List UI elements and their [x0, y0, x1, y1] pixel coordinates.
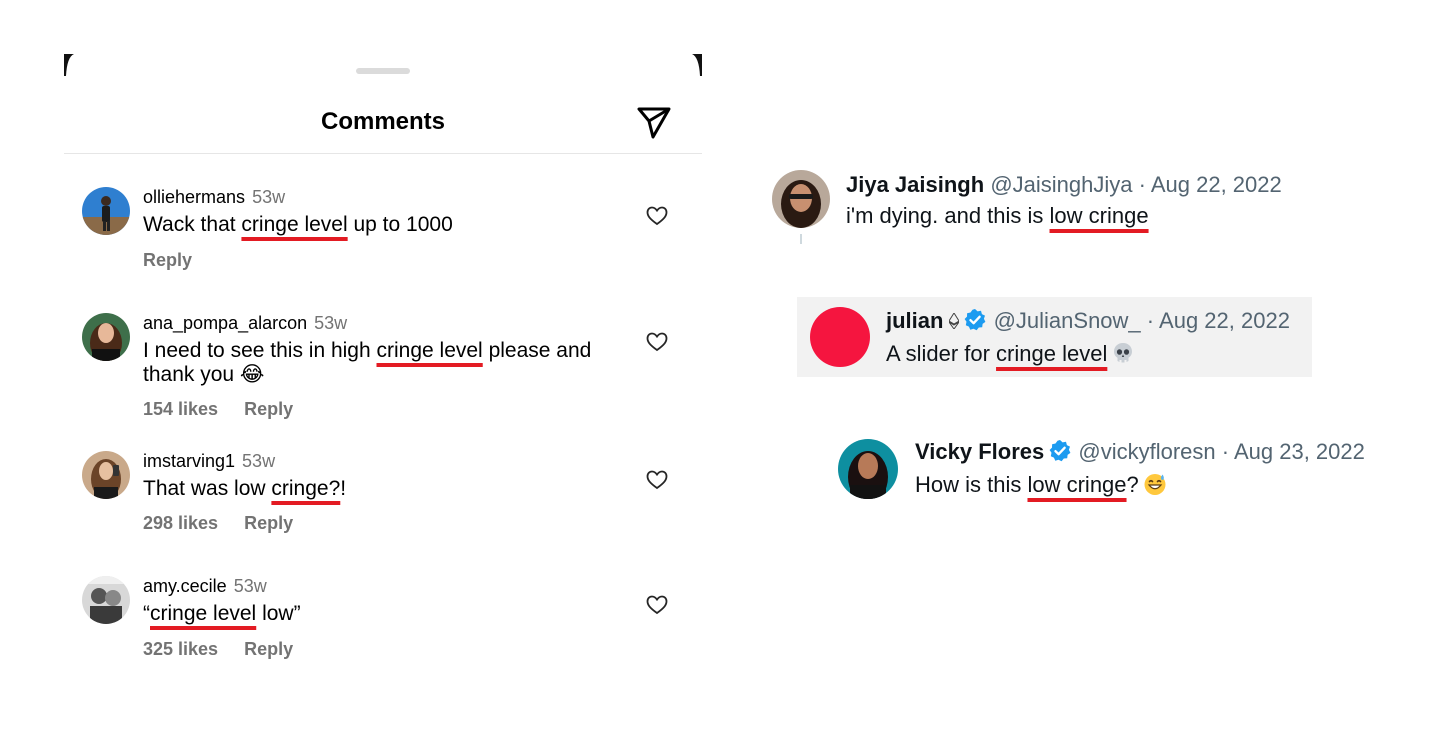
- tweet-date[interactable]: Aug 23, 2022: [1234, 439, 1365, 464]
- comments-header: Comments: [64, 84, 702, 154]
- separator: ·: [1138, 172, 1146, 197]
- heart-icon[interactable]: [646, 206, 668, 226]
- reply-button[interactable]: Reply: [244, 399, 293, 420]
- comment-time: 53w: [252, 187, 286, 207]
- avatar[interactable]: [772, 170, 830, 228]
- avatar[interactable]: [82, 576, 130, 624]
- highlighted-phrase: cringe level: [241, 213, 348, 236]
- comment-item: amy.cecile 53w “cringe level low” 325 li…: [82, 576, 692, 666]
- sheet-grab-handle[interactable]: [356, 68, 410, 74]
- comment-actions: 154 likes Reply: [143, 399, 293, 420]
- comment-text-after: up to 1000: [347, 213, 453, 236]
- skull-emoji-icon: [1114, 343, 1133, 363]
- highlighted-phrase: cringe level: [150, 602, 257, 625]
- tweet-header: Vicky Flores @vickyfloresn · Aug 23, 202…: [915, 439, 1365, 465]
- avatar[interactable]: [82, 451, 130, 499]
- tweet-date[interactable]: Aug 22, 2022: [1159, 308, 1290, 333]
- comment-item: ana_pompa_alarcon 53w I need to see this…: [82, 313, 692, 423]
- tweet-text-before: A slider for: [886, 341, 997, 366]
- comment-text-before: I need to see this in high: [143, 339, 377, 362]
- instagram-comments-panel: Comments olliehermans 53w Wack that crin…: [64, 54, 702, 694]
- tweet-text-before: i'm dying. and this is: [846, 203, 1050, 228]
- tweet-header: Jiya Jaisingh @JaisinghJiya · Aug 22, 20…: [846, 172, 1282, 198]
- comment-text: That was low cringe?!: [143, 477, 613, 501]
- page-title: Comments: [320, 108, 446, 135]
- comment-actions: 325 likes Reply: [143, 639, 293, 660]
- comment-time: 53w: [242, 451, 276, 471]
- likes-count[interactable]: 298 likes: [143, 513, 218, 534]
- comment-username[interactable]: imstarving1: [143, 451, 235, 471]
- tweet-text: i'm dying. and this is low cringe: [846, 203, 1149, 229]
- sheet-corner-left: [64, 54, 74, 76]
- comment-header: ana_pompa_alarcon 53w: [143, 313, 347, 334]
- user-handle[interactable]: @vickyfloresn: [1078, 439, 1215, 464]
- comment-text-after: !: [340, 477, 347, 500]
- comment-text: I need to see this in high cringe level …: [143, 339, 613, 387]
- likes-count[interactable]: 154 likes: [143, 399, 218, 420]
- grinning-sweat-emoji-icon: [1144, 474, 1166, 495]
- heart-icon[interactable]: [646, 595, 668, 615]
- user-handle[interactable]: @JulianSnow_: [994, 308, 1141, 333]
- comment-text-before: “: [143, 602, 150, 625]
- comment-header: amy.cecile 53w: [143, 576, 267, 597]
- avatar[interactable]: [82, 313, 130, 361]
- thread-line: [800, 234, 802, 244]
- highlighted-phrase: low cringe: [1027, 472, 1127, 497]
- comment-username[interactable]: olliehermans: [143, 187, 245, 207]
- comment-text-before: That was low: [143, 477, 272, 500]
- send-icon[interactable]: [636, 104, 672, 140]
- tweet-vicky: Vicky Flores @vickyfloresn · Aug 23, 202…: [838, 437, 1398, 507]
- sheet-corner-right: [692, 54, 702, 76]
- tweet-jiya: Jiya Jaisingh @JaisinghJiya · Aug 22, 20…: [772, 170, 1332, 250]
- reply-button[interactable]: Reply: [244, 639, 293, 660]
- tweet-date[interactable]: Aug 22, 2022: [1151, 172, 1282, 197]
- comment-text-before: Wack that: [143, 213, 242, 236]
- avatar[interactable]: [82, 187, 130, 235]
- comment-text-after: low”: [256, 602, 301, 625]
- comment-actions: 298 likes Reply: [143, 513, 293, 534]
- comment-time: 53w: [233, 576, 267, 596]
- comment-time: 53w: [314, 313, 348, 333]
- comment-text: Wack that cringe level up to 1000: [143, 213, 613, 237]
- tweet-text-after: ?: [1126, 472, 1139, 497]
- likes-count[interactable]: 325 likes: [143, 639, 218, 660]
- highlighted-phrase: cringe level: [376, 339, 483, 362]
- heart-icon[interactable]: [646, 332, 668, 352]
- highlighted-phrase: cringe?: [271, 477, 341, 500]
- tweet-text: A slider for cringe level: [886, 341, 1135, 367]
- comment-header: imstarving1 53w: [143, 451, 275, 472]
- comment-text: “cringe level low”: [143, 602, 613, 626]
- tweet-header: julian @JulianSnow_ · Aug 22, 2022: [886, 308, 1290, 334]
- user-handle[interactable]: @JaisinghJiya: [990, 172, 1132, 197]
- separator: ·: [1221, 439, 1230, 464]
- comment-item: imstarving1 53w That was low cringe?! 29…: [82, 451, 692, 541]
- display-name[interactable]: Vicky Flores: [915, 439, 1044, 464]
- avatar[interactable]: [810, 307, 870, 367]
- tweet-text-before: How is this: [915, 472, 1028, 497]
- comment-item: olliehermans 53w Wack that cringe level …: [82, 187, 692, 277]
- comment-actions: Reply: [143, 250, 192, 271]
- separator: ·: [1146, 308, 1155, 333]
- highlighted-phrase: low cringe: [1049, 203, 1149, 228]
- verified-badge-icon: [1049, 440, 1071, 462]
- heart-icon[interactable]: [646, 470, 668, 490]
- avatar[interactable]: [838, 439, 898, 499]
- comment-username[interactable]: amy.cecile: [143, 576, 227, 596]
- ethereum-icon: [949, 313, 960, 329]
- comment-username[interactable]: ana_pompa_alarcon: [143, 313, 307, 333]
- verified-badge-icon: [965, 309, 986, 331]
- highlighted-phrase: cringe level: [996, 341, 1108, 366]
- reply-button[interactable]: Reply: [244, 513, 293, 534]
- reply-button[interactable]: Reply: [143, 250, 192, 271]
- display-name[interactable]: Jiya Jaisingh: [846, 172, 984, 197]
- tweet-text: How is this low cringe?: [915, 472, 1167, 498]
- tweet-julian: julian @JulianSnow_ · Aug 22, 2022 A sli…: [797, 297, 1312, 377]
- comment-header: olliehermans 53w: [143, 187, 285, 208]
- display-name[interactable]: julian: [886, 308, 943, 333]
